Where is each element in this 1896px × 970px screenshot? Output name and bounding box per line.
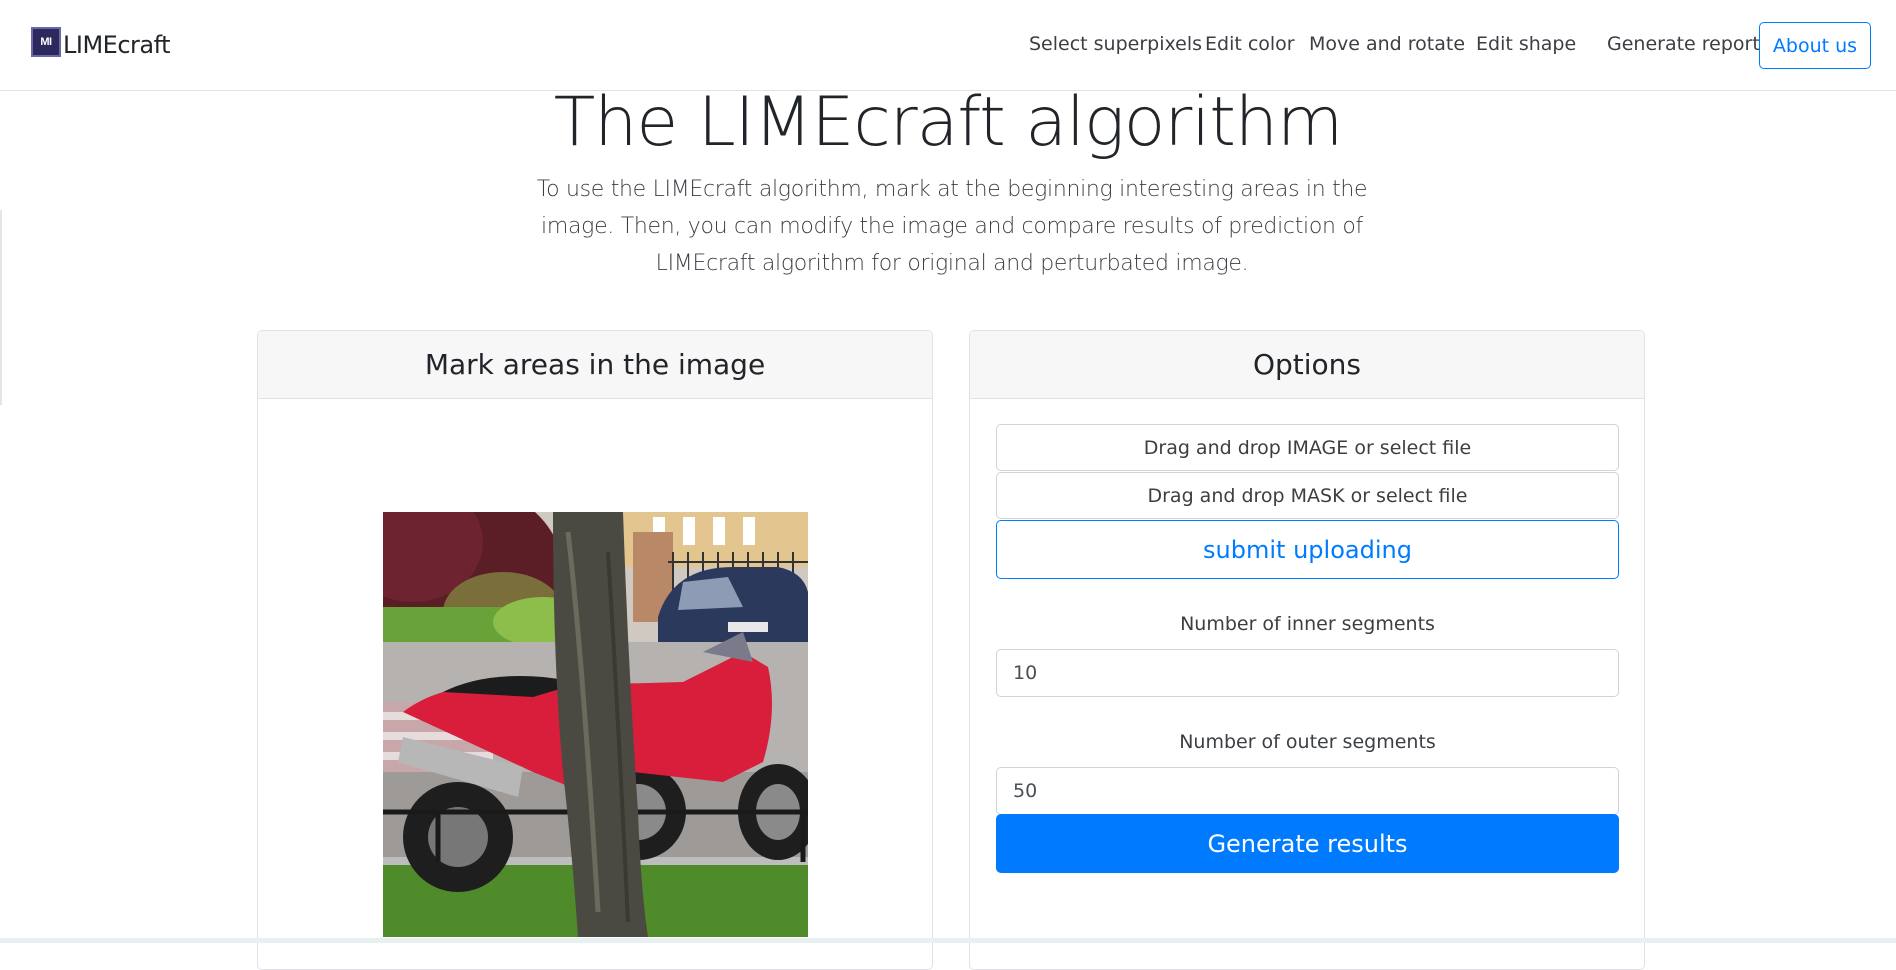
inner-segments-input[interactable]	[996, 649, 1619, 697]
nav-edit-shape[interactable]: Edit shape	[1476, 33, 1576, 55]
page-edge-divider	[0, 210, 2, 405]
page-title: The LIMEcraft algorithm	[553, 83, 1344, 162]
submit-uploading-button[interactable]: submit uploading	[996, 520, 1619, 579]
options-card: Options Drag and drop IMAGE or select fi…	[969, 330, 1645, 970]
mark-areas-header: Mark areas in the image	[258, 331, 932, 399]
options-header: Options	[970, 331, 1644, 399]
brand-name: LIMEcraft	[63, 31, 171, 59]
brand-logo-icon: MI	[31, 27, 61, 57]
brand-logo-text: MI	[40, 36, 52, 48]
generate-results-button[interactable]: Generate results	[996, 814, 1619, 873]
inner-segments-label: Number of inner segments	[1180, 613, 1435, 635]
page-description: To use the LIMEcraft algorithm, mark at …	[536, 177, 1368, 276]
nav-generate-report[interactable]: Generate report	[1607, 33, 1760, 55]
navbar: MI LIMEcraft Select superpixels Edit col…	[0, 0, 1896, 91]
nav-edit-color[interactable]: Edit color	[1205, 33, 1295, 55]
outer-segments-label: Number of outer segments	[1179, 731, 1436, 753]
bottom-strip	[0, 938, 1896, 943]
image-canvas[interactable]	[383, 512, 808, 937]
nav-move-and-rotate[interactable]: Move and rotate	[1309, 33, 1465, 55]
about-us-button[interactable]: About us	[1759, 22, 1871, 69]
brand[interactable]: MI LIMEcraft	[31, 25, 171, 65]
mark-areas-card: Mark areas in the image	[257, 330, 933, 970]
upload-image-dropzone[interactable]: Drag and drop IMAGE or select file	[996, 424, 1619, 471]
upload-mask-dropzone[interactable]: Drag and drop MASK or select file	[996, 472, 1619, 519]
motorcycle-photo	[383, 512, 808, 937]
outer-segments-input[interactable]	[996, 767, 1619, 815]
nav-select-superpixels[interactable]: Select superpixels	[1029, 33, 1202, 55]
